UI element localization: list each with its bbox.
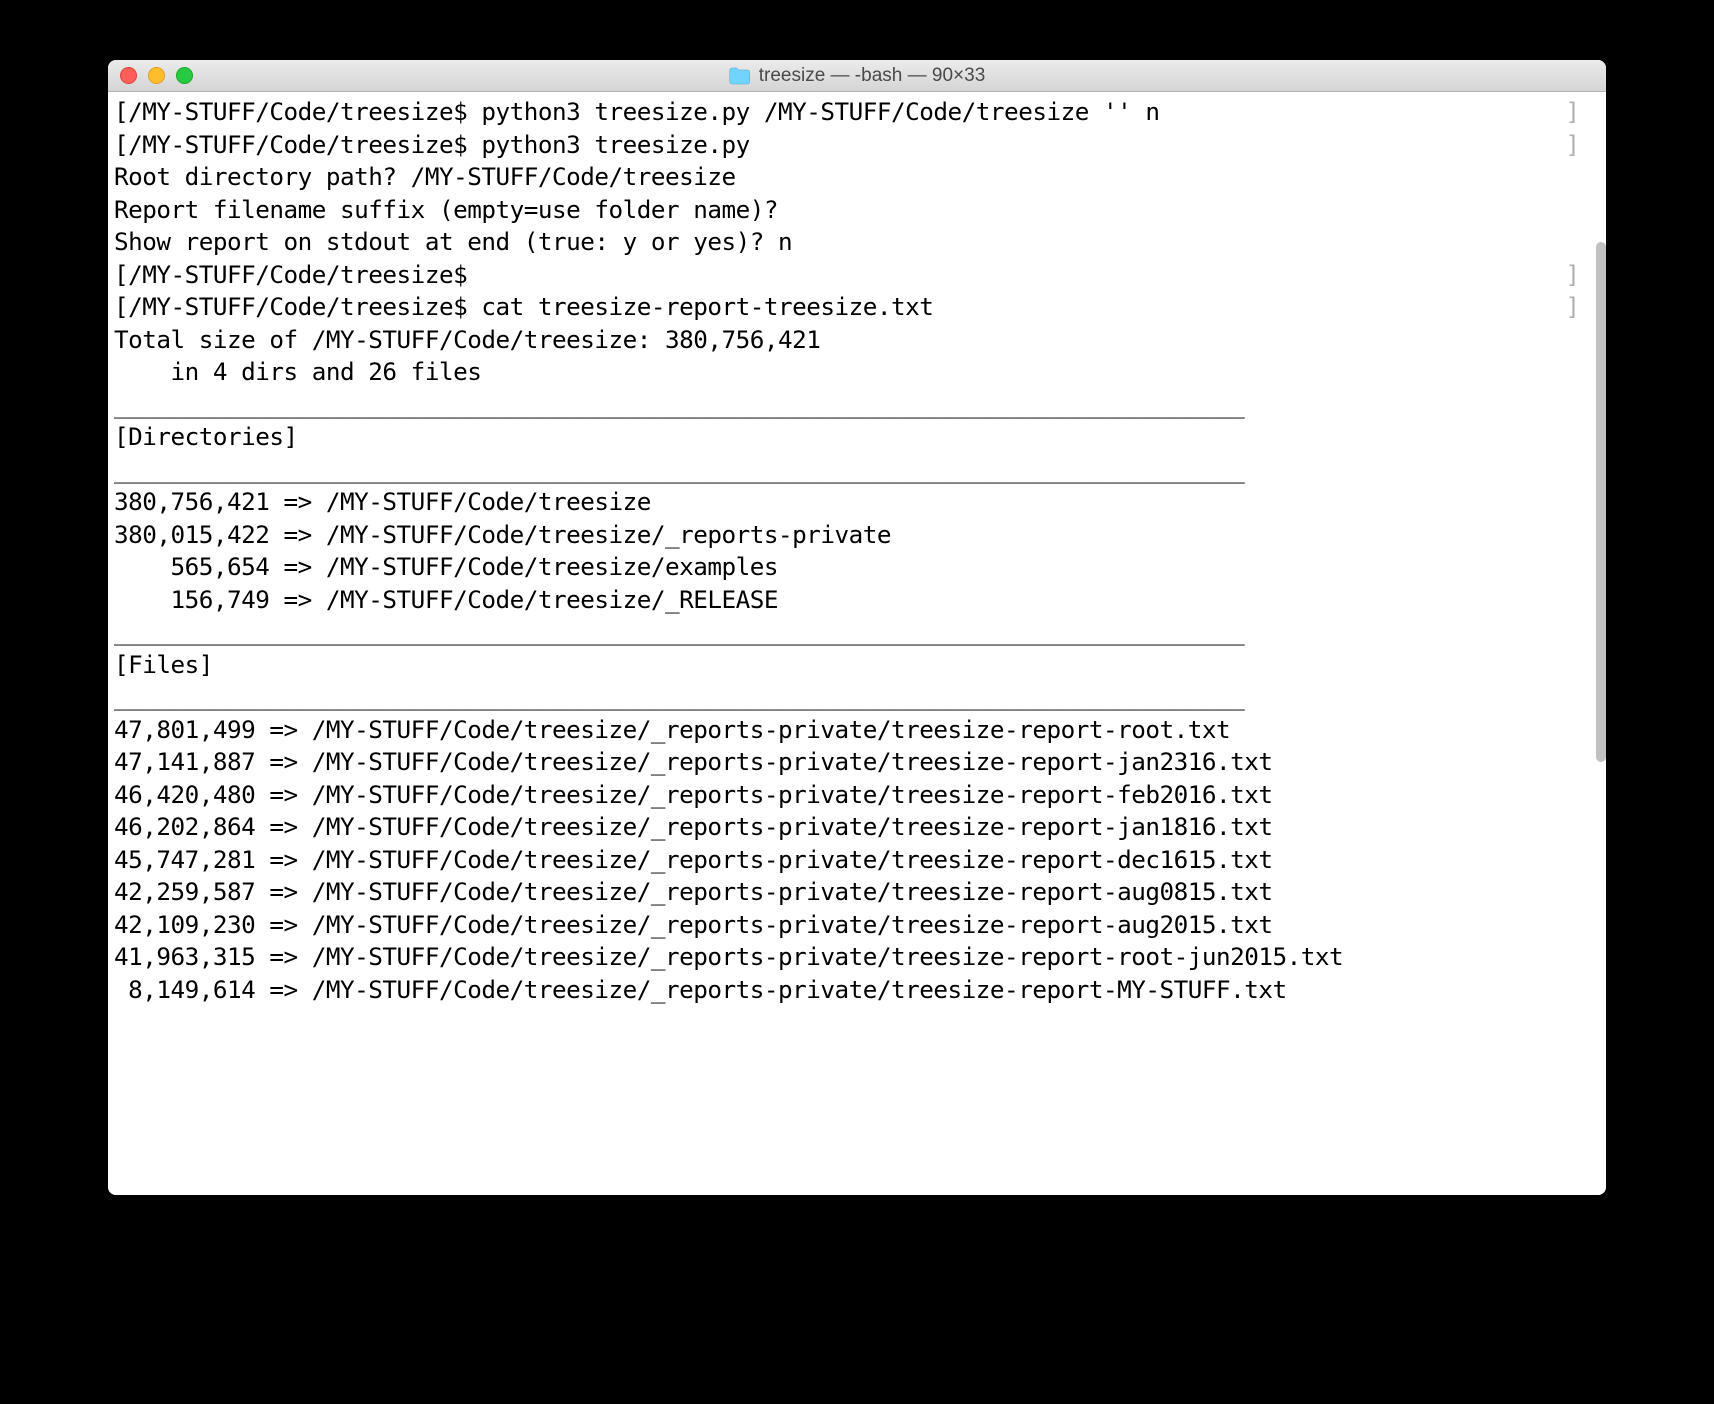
terminal-line[interactable]: in 4 dirs and 26 files <box>114 356 1600 389</box>
terminal-line[interactable]: 46,420,480 => /MY-STUFF/Code/treesize/_r… <box>114 779 1600 812</box>
scrollbar-thumb[interactable] <box>1596 242 1606 762</box>
terminal-line[interactable]: ________________________________________… <box>114 681 1600 714</box>
terminal-line[interactable]: Show report on stdout at end (true: y or… <box>114 226 1600 259</box>
terminal-line[interactable]: [/MY-STUFF/Code/treesize$ <box>114 259 1600 292</box>
traffic-lights <box>108 67 193 84</box>
terminal-line[interactable]: Total size of /MY-STUFF/Code/treesize: 3… <box>114 324 1600 357</box>
line-bracket-icon: ] <box>1566 129 1580 162</box>
title-text: treesize — -bash — 90×33 <box>759 65 986 87</box>
terminal-line[interactable]: Report filename suffix (empty=use folder… <box>114 194 1600 227</box>
maximize-icon[interactable] <box>176 67 193 84</box>
terminal-line[interactable]: ________________________________________… <box>114 389 1600 422</box>
terminal-line[interactable]: 47,801,499 => /MY-STUFF/Code/treesize/_r… <box>114 714 1600 747</box>
line-bracket-icon: ] <box>1566 291 1580 324</box>
terminal-window: treesize — -bash — 90×33 [/MY-STUFF/Code… <box>108 60 1606 1195</box>
terminal-line[interactable]: 380,756,421 => /MY-STUFF/Code/treesize <box>114 486 1600 519</box>
line-bracket-icon: ] <box>1566 96 1580 129</box>
terminal-line[interactable]: 47,141,887 => /MY-STUFF/Code/treesize/_r… <box>114 746 1600 779</box>
terminal-lines[interactable]: [/MY-STUFF/Code/treesize$ python3 treesi… <box>114 96 1600 1006</box>
terminal-line[interactable]: ________________________________________… <box>114 454 1600 487</box>
terminal-line[interactable]: Root directory path? /MY-STUFF/Code/tree… <box>114 161 1600 194</box>
terminal-line[interactable]: [/MY-STUFF/Code/treesize$ cat treesize-r… <box>114 291 1600 324</box>
terminal-line[interactable]: 8,149,614 => /MY-STUFF/Code/treesize/_re… <box>114 974 1600 1007</box>
window-title: treesize — -bash — 90×33 <box>729 65 986 87</box>
terminal-line[interactable]: [Directories] <box>114 421 1600 454</box>
terminal-line[interactable]: ________________________________________… <box>114 616 1600 649</box>
terminal-line[interactable]: 41,963,315 => /MY-STUFF/Code/treesize/_r… <box>114 941 1600 974</box>
terminal-line[interactable]: 45,747,281 => /MY-STUFF/Code/treesize/_r… <box>114 844 1600 877</box>
line-bracket-icon: ] <box>1566 259 1580 292</box>
folder-icon <box>729 67 751 85</box>
terminal-line[interactable]: 565,654 => /MY-STUFF/Code/treesize/examp… <box>114 551 1600 584</box>
close-icon[interactable] <box>120 67 137 84</box>
terminal-line[interactable]: 42,109,230 => /MY-STUFF/Code/treesize/_r… <box>114 909 1600 942</box>
minimize-icon[interactable] <box>148 67 165 84</box>
terminal-line[interactable]: 156,749 => /MY-STUFF/Code/treesize/_RELE… <box>114 584 1600 617</box>
titlebar[interactable]: treesize — -bash — 90×33 <box>108 60 1606 92</box>
terminal-line[interactable]: [/MY-STUFF/Code/treesize$ python3 treesi… <box>114 96 1600 129</box>
terminal-line[interactable]: [Files] <box>114 649 1600 682</box>
terminal-line[interactable]: 42,259,587 => /MY-STUFF/Code/treesize/_r… <box>114 876 1600 909</box>
terminal-line[interactable]: 380,015,422 => /MY-STUFF/Code/treesize/_… <box>114 519 1600 552</box>
terminal-line[interactable]: 46,202,864 => /MY-STUFF/Code/treesize/_r… <box>114 811 1600 844</box>
terminal-line[interactable]: [/MY-STUFF/Code/treesize$ python3 treesi… <box>114 129 1600 162</box>
terminal-content[interactable]: [/MY-STUFF/Code/treesize$ python3 treesi… <box>108 92 1606 1195</box>
